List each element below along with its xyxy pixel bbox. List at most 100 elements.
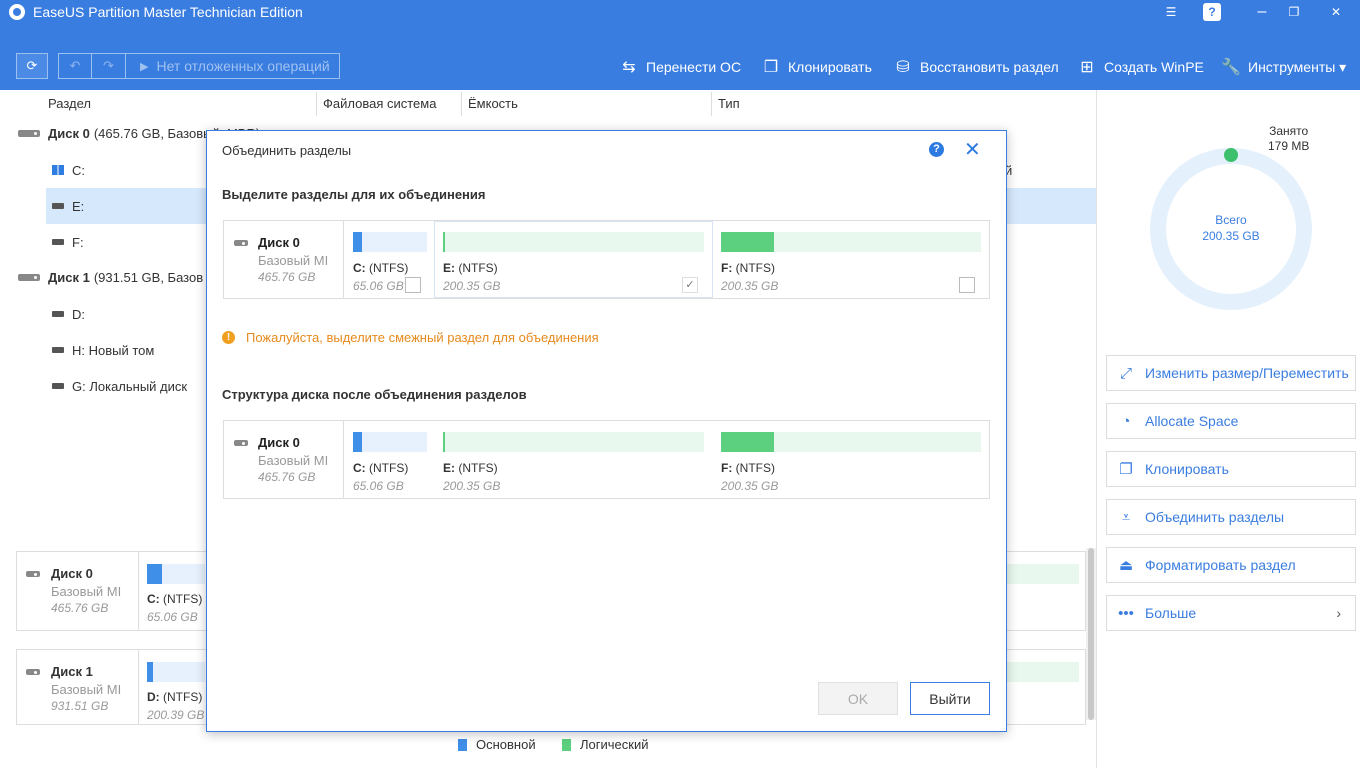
disk-icon xyxy=(18,129,40,137)
scrollbar-thumb[interactable] xyxy=(1088,548,1094,720)
disk-map-partition-size: 200.39 GB xyxy=(147,708,205,722)
disk-map-scrollbar[interactable] xyxy=(1086,548,1096,720)
toolbar: ⟳ ↶ ↷ ▶ Нет отложенных операций ⇆ Перенест… xyxy=(0,24,1360,90)
title-bar: EaseUS Partition Master Technician Editi… xyxy=(0,0,1360,24)
clone-button[interactable]: ❐ Клонировать xyxy=(1106,451,1356,487)
allocate-space-button[interactable]: ◔ Allocate Space xyxy=(1106,403,1356,439)
more-label: Больше xyxy=(1145,605,1197,621)
result-bar-e xyxy=(443,432,704,452)
tree-partition-label: E: xyxy=(72,198,85,214)
undo-icon: ↶ xyxy=(69,58,81,73)
tree-disk-label: Диск 1 xyxy=(48,269,90,285)
select-disk-info: Диск 0 Базовый MI 465.76 GB xyxy=(224,221,344,298)
undo-button[interactable]: ↶ xyxy=(58,53,92,79)
partition-bar-c[interactable] xyxy=(147,564,205,584)
legend-label: Основной xyxy=(476,737,536,752)
legend-swatch xyxy=(562,738,571,751)
partition-bar-tail[interactable] xyxy=(1005,662,1079,682)
partition-bar-tail[interactable] xyxy=(1005,564,1079,584)
tree-disk-label: Диск 0 xyxy=(48,125,90,141)
select-partition-e-label: E: (NTFS) xyxy=(443,261,498,275)
select-partition-e-size: 200.35 GB xyxy=(443,279,501,293)
tree-partition-label: G: Локальный диск xyxy=(72,378,188,394)
toolbar-clone-button[interactable]: ❐ Клонировать xyxy=(760,54,872,80)
disk-map-name: Диск 0 xyxy=(51,566,93,581)
merge-dialog: Объединить разделы ? ✕ Выделите разделы … xyxy=(206,130,1007,732)
result-partition-e-size: 200.35 GB xyxy=(443,479,501,493)
legend-swatch xyxy=(458,738,467,751)
recover-partition-label: Восстановить раздел xyxy=(920,59,1059,75)
result-partition-e-label: E: (NTFS) xyxy=(443,461,498,475)
migrate-os-button[interactable]: ⇆ Перенести ОС xyxy=(618,54,741,80)
legend-label: Логический xyxy=(580,737,649,752)
create-winpe-button[interactable]: ⊞ Создать WinPE xyxy=(1076,54,1204,80)
minimize-button[interactable]: – xyxy=(1248,0,1276,24)
dialog-disk-size: 465.76 GB xyxy=(258,470,316,484)
resize-move-label: Изменить размер/Переместить xyxy=(1145,365,1349,381)
disk-map-partition-size: 65.06 GB xyxy=(147,610,198,624)
select-checkbox-f[interactable] xyxy=(959,277,975,293)
help-icon[interactable]: ? xyxy=(1203,3,1221,21)
play-icon: ▶ xyxy=(140,60,149,73)
menu-icon[interactable]: ☰ xyxy=(1157,0,1185,24)
dialog-help-icon[interactable]: ? xyxy=(929,142,944,157)
result-disk-map: Диск 0 Базовый MI 465.76 GB C: (NTFS) 65… xyxy=(223,420,990,499)
apply-pending-button[interactable]: ▶ Нет отложенных операций xyxy=(126,53,340,79)
total-value: 200.35 GB xyxy=(1202,229,1260,243)
disk-map-size: 465.76 GB xyxy=(51,601,109,615)
close-button[interactable]: ✕ xyxy=(1322,0,1350,24)
disk-map-size: 931.51 GB xyxy=(51,699,109,713)
total-label: Всего xyxy=(1215,213,1247,227)
result-bar-c xyxy=(353,432,427,452)
window-title: EaseUS Partition Master Technician Editi… xyxy=(33,4,303,20)
refresh-button[interactable]: ⟳ xyxy=(16,53,48,79)
allocate-space-label: Allocate Space xyxy=(1145,413,1239,429)
partition-bar-d[interactable] xyxy=(147,662,205,682)
column-header-partition[interactable]: Раздел xyxy=(42,92,91,116)
partition-bar-fill xyxy=(353,232,362,252)
partition-icon xyxy=(52,239,64,245)
merge-partitions-button[interactable]: ⩡ Объединить разделы xyxy=(1106,499,1356,535)
toolbar-clone-label: Клонировать xyxy=(788,59,872,75)
windows-icon: ⊞ xyxy=(1080,59,1094,76)
exit-button[interactable]: Выйти xyxy=(910,682,990,715)
redo-button[interactable]: ↷ xyxy=(92,53,126,79)
result-heading: Структура диска после объединения раздел… xyxy=(222,387,527,402)
redo-icon: ↷ xyxy=(103,58,114,73)
disk-map-partition-label: C: (NTFS) xyxy=(147,592,203,606)
column-header-type[interactable]: Тип xyxy=(711,92,1096,116)
tree-partition-label: F: xyxy=(72,234,84,250)
select-checkbox-e[interactable]: ✓ xyxy=(682,277,698,293)
resize-move-button[interactable]: ⤢ Изменить размер/Переместить xyxy=(1106,355,1356,391)
migrate-os-icon: ⇆ xyxy=(622,59,636,76)
result-partition-c-label: C: (NTFS) xyxy=(353,461,409,475)
tools-menu-button[interactable]: 🔧 Инструменты ▾ xyxy=(1220,54,1346,80)
dialog-close-icon[interactable]: ✕ xyxy=(964,137,981,162)
legend-primary: Основной xyxy=(458,737,536,752)
select-heading: Выделите разделы для их объединения xyxy=(222,187,486,202)
more-button[interactable]: ••• Больше › xyxy=(1106,595,1356,631)
select-bar-e[interactable] xyxy=(443,232,704,252)
partition-icon xyxy=(52,347,64,353)
select-checkbox-c[interactable] xyxy=(405,277,421,293)
column-header-filesystem[interactable]: Файловая система xyxy=(316,92,461,116)
select-partition-c-label: C: (NTFS) xyxy=(353,261,409,275)
ok-button[interactable]: OK xyxy=(818,682,898,715)
select-bar-c[interactable] xyxy=(353,232,427,252)
create-winpe-label: Создать WinPE xyxy=(1104,59,1204,75)
warning-icon: ! xyxy=(222,331,235,344)
column-header-capacity[interactable]: Ёмкость xyxy=(461,92,711,116)
disk-icon xyxy=(26,571,40,577)
restore-button[interactable]: ❐ xyxy=(1280,0,1308,24)
format-partition-button[interactable]: ⏏ Форматировать раздел xyxy=(1106,547,1356,583)
recover-partition-icon: ⛁ xyxy=(896,59,910,76)
partition-icon xyxy=(52,383,64,389)
wrench-icon: 🔧 xyxy=(1221,59,1241,76)
recover-partition-button[interactable]: ⛁ Восстановить раздел xyxy=(892,54,1059,80)
pending-label: Нет отложенных операций xyxy=(156,58,330,74)
legend-logical: Логический xyxy=(562,737,648,752)
select-bar-f[interactable] xyxy=(721,232,981,252)
clone-label: Клонировать xyxy=(1145,461,1229,477)
partition-bar-fill xyxy=(721,232,774,252)
tree-partition-label: H: Новый том xyxy=(72,342,155,358)
